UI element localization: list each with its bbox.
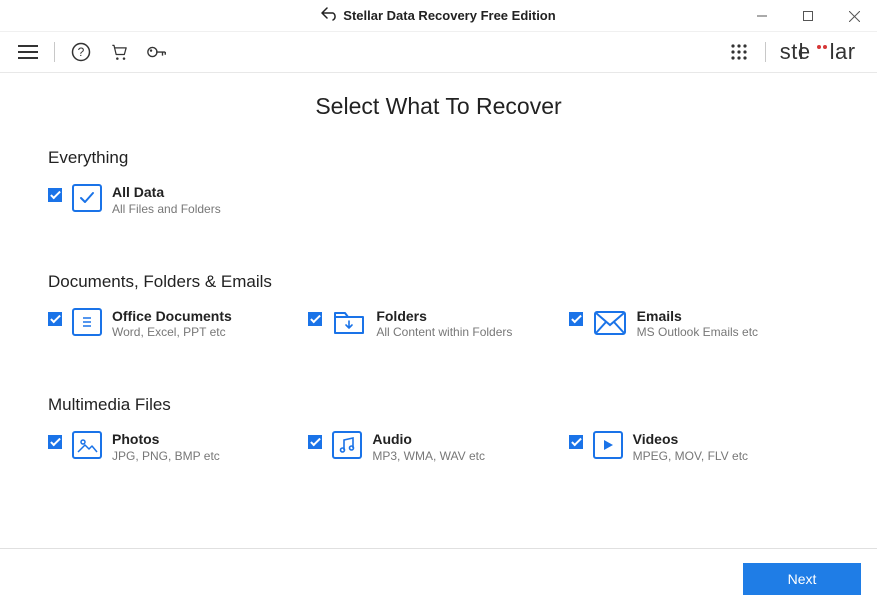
photo-icon: [72, 431, 102, 459]
email-icon: [593, 308, 627, 338]
checkbox-videos[interactable]: [569, 435, 583, 449]
option-title: Office Documents: [112, 308, 232, 326]
maximize-button[interactable]: [785, 0, 831, 32]
option-photos[interactable]: Photos JPG, PNG, BMP etc: [48, 431, 308, 464]
video-icon: [593, 431, 623, 459]
option-subtitle: MS Outlook Emails etc: [637, 325, 758, 340]
close-button[interactable]: [831, 0, 877, 32]
menu-icon[interactable]: [16, 40, 40, 64]
cart-icon[interactable]: [107, 40, 131, 64]
footer: Next: [0, 548, 877, 608]
option-subtitle: All Content within Folders: [376, 325, 512, 340]
option-title: Emails: [637, 308, 758, 326]
option-subtitle: JPG, PNG, BMP etc: [112, 449, 220, 464]
checkbox-emails[interactable]: [569, 312, 583, 326]
checkbox-audio[interactable]: [308, 435, 322, 449]
option-videos[interactable]: Videos MPEG, MOV, FLV etc: [569, 431, 829, 464]
section-everything: Everything All Data All Files and Folder…: [48, 148, 829, 217]
brand-logo: stelar stellar l: [780, 41, 861, 63]
document-icon: [72, 308, 102, 336]
section-heading-documents: Documents, Folders & Emails: [48, 272, 829, 292]
audio-icon: [332, 431, 362, 459]
checkbox-folders[interactable]: [308, 312, 322, 326]
divider: [54, 42, 55, 62]
help-icon[interactable]: ?: [69, 40, 93, 64]
main-content: Select What To Recover Everything All Da…: [0, 72, 877, 548]
option-folders[interactable]: Folders All Content within Folders: [308, 308, 568, 341]
page-title: Select What To Recover: [48, 93, 829, 120]
next-button[interactable]: Next: [743, 563, 861, 595]
option-subtitle: MPEG, MOV, FLV etc: [633, 449, 748, 464]
option-title: All Data: [112, 184, 221, 202]
option-title: Videos: [633, 431, 748, 449]
option-all-data[interactable]: All Data All Files and Folders: [48, 184, 312, 217]
option-title: Audio: [372, 431, 485, 449]
section-heading-multimedia: Multimedia Files: [48, 395, 829, 415]
minimize-button[interactable]: [739, 0, 785, 32]
divider: [765, 42, 766, 62]
apps-grid-icon[interactable]: [727, 40, 751, 64]
toolbar: ? stelar stellar l: [0, 32, 877, 72]
option-title: Folders: [376, 308, 512, 326]
option-emails[interactable]: Emails MS Outlook Emails etc: [569, 308, 829, 341]
app-title-group: Stellar Data Recovery Free Edition: [321, 7, 555, 24]
option-title: Photos: [112, 431, 220, 449]
key-icon[interactable]: [145, 40, 169, 64]
option-subtitle: Word, Excel, PPT etc: [112, 325, 232, 340]
option-office-documents[interactable]: Office Documents Word, Excel, PPT etc: [48, 308, 308, 341]
titlebar: Stellar Data Recovery Free Edition: [0, 0, 877, 32]
all-data-icon: [72, 184, 102, 212]
app-title: Stellar Data Recovery Free Edition: [343, 8, 555, 23]
checkbox-all-data[interactable]: [48, 188, 62, 202]
option-subtitle: MP3, WMA, WAV etc: [372, 449, 485, 464]
section-documents: Documents, Folders & Emails Office Docum…: [48, 272, 829, 341]
folder-icon: [332, 308, 366, 338]
option-audio[interactable]: Audio MP3, WMA, WAV etc: [308, 431, 568, 464]
back-arrow-icon[interactable]: [321, 7, 337, 24]
checkbox-office-documents[interactable]: [48, 312, 62, 326]
section-multimedia: Multimedia Files Photos JPG, PNG, BMP et…: [48, 395, 829, 464]
svg-text:?: ?: [78, 45, 85, 59]
window-controls: [739, 0, 877, 32]
section-heading-everything: Everything: [48, 148, 829, 168]
checkbox-photos[interactable]: [48, 435, 62, 449]
option-subtitle: All Files and Folders: [112, 202, 221, 217]
